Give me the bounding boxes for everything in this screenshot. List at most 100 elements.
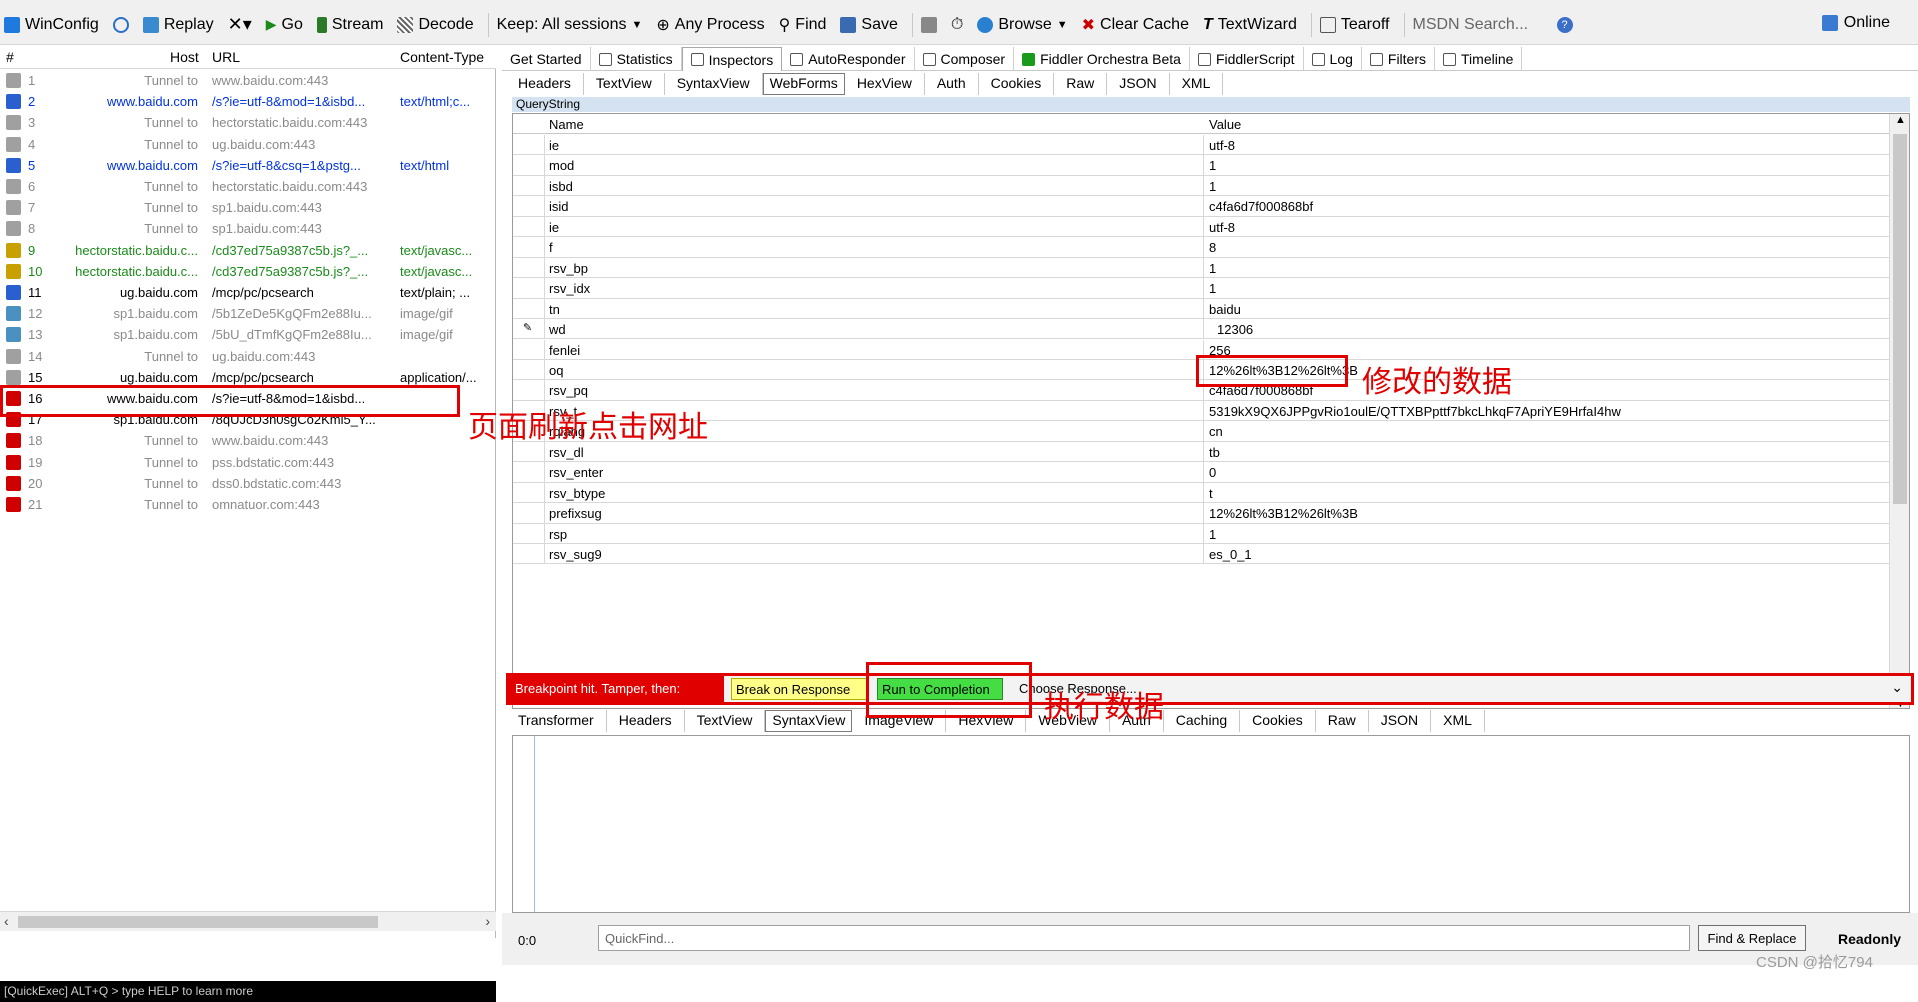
querystring-row[interactable]: rsv_bp 1 [513,257,1889,279]
online-indicator[interactable]: Online [1821,14,1890,32]
decode-button[interactable]: Decode [397,16,474,34]
go-button[interactable]: ▶ Go [266,16,303,34]
row-selector[interactable] [513,380,545,401]
querystring-row[interactable]: mod 1 [513,155,1889,176]
param-name[interactable]: mod [549,158,1079,173]
session-row[interactable]: 6 Tunnel to hectorstatic.baidu.com:443 [0,176,496,197]
response-tab-syntaxview[interactable]: SyntaxView [765,710,853,732]
querystring-row[interactable]: prefixsug 12%26lt%3B12%26lt%3B [513,503,1889,524]
row-selector[interactable] [513,482,545,504]
querystring-row[interactable]: f8 [513,237,1889,258]
row-selector[interactable] [513,155,545,176]
session-row[interactable]: 10 hectorstatic.baidu.c... /cd37ed75a9387c… [0,261,496,282]
tab-autoresponder[interactable]: AutoResponder [782,47,915,71]
request-tab-xml[interactable]: XML [1170,73,1224,95]
row-selector[interactable] [513,135,545,156]
param-name[interactable]: rsv_sug9 [549,547,1079,562]
request-tab-json[interactable]: JSON [1107,73,1170,95]
request-tab-headers[interactable]: Headers [506,73,584,95]
find-replace-button[interactable]: Find & Replace [1698,925,1806,951]
param-name[interactable]: ie [549,138,1079,153]
param-value[interactable]: utf-8 [1209,138,1879,153]
tab-inspectors[interactable]: Inspectors [681,47,783,71]
tab-statistics[interactable]: Statistics [591,47,682,71]
remove-button[interactable]: ✕▾ [228,14,252,35]
tab-fiddler-orchestra-beta[interactable]: Fiddler Orchestra Beta [1014,47,1190,71]
querystring-row[interactable]: rsv_btype t [513,482,1889,504]
chevron-left-icon[interactable]: ‹ [4,913,9,929]
tab-timeline[interactable]: Timeline [1435,47,1523,71]
querystring-row[interactable]: rsp 1 [513,523,1889,544]
param-name[interactable]: rsp [549,527,1079,542]
column-content-type[interactable]: Content-Type [400,49,484,65]
session-row[interactable]: 19 Tunnel to pss.bdstatic.com:443 [0,452,496,473]
tab-fiddlerscript[interactable]: FiddlerScript [1190,47,1304,71]
vertical-scrollbar[interactable]: ▲ ▼ [1889,114,1909,708]
row-selector[interactable] [513,359,545,381]
any-process-button[interactable]: ⊕ Any Process [656,15,764,35]
session-row[interactable]: 14 Tunnel to ug.baidu.com:443 [0,346,496,367]
tab-composer[interactable]: Composer [915,47,1015,71]
session-row[interactable]: 1 Tunnel to www.baidu.com:443 [0,70,496,91]
horizontal-scrollbar[interactable]: ‹ › [0,911,496,931]
param-value[interactable]: 1 [1209,179,1879,194]
querystring-row[interactable]: rsv_idx 1 [513,278,1889,299]
quickfind-input[interactable]: QuickFind... [598,925,1690,951]
querystring-row[interactable]: rsv_sug9 es_0_1 [513,544,1889,565]
querystring-row[interactable]: rsv_enter 0 [513,462,1889,483]
session-row[interactable]: 11 ug.baidu.com/mcp/pc/pcsearch text/plain… [0,282,496,303]
querystring-row[interactable]: isid c4fa6d7f000868bf [513,196,1889,217]
param-value[interactable]: cn [1209,424,1879,439]
row-selector[interactable] [513,339,545,360]
querystring-row[interactable]: ie utf-8 [513,135,1889,156]
param-name[interactable]: rsv_dl [549,445,1079,460]
querystring-row[interactable]: rqlang cn [513,421,1889,442]
param-value[interactable]: es_0_1 [1209,547,1879,562]
row-selector[interactable] [513,503,545,524]
row-selector[interactable] [513,237,545,258]
response-tab-transformer[interactable]: Transformer [506,710,607,732]
session-row[interactable]: 9 hectorstatic.baidu.c... /cd37ed75a9387c5… [0,240,496,261]
param-value[interactable]: t [1209,486,1879,501]
column-url[interactable]: URL [212,49,240,65]
request-tab-cookies[interactable]: Cookies [979,73,1055,95]
row-selector[interactable] [513,278,545,299]
param-name[interactable]: rsv_idx [549,281,1079,296]
session-row[interactable]: 2 www.baidu.com/s?ie=utf-8&mod=1&isbd... t… [0,91,496,112]
session-row[interactable]: 4 Tunnel to ug.baidu.com:443 [0,134,496,155]
querystring-row[interactable]: isbd 1 [513,175,1889,197]
row-selector[interactable] [513,257,545,279]
response-tab-caching[interactable]: Caching [1164,710,1241,732]
scrollbar-thumb[interactable] [18,916,378,928]
param-name[interactable]: rsv_pq [549,383,1079,398]
session-row[interactable]: 12 sp1.baidu.com/5b1ZeDe5KgQFm2e88Iu... im… [0,303,496,324]
chevron-down-icon[interactable]: ⌄ [1891,679,1903,696]
param-value[interactable]: baidu [1209,302,1879,317]
row-selector[interactable] [513,216,545,238]
param-value-edited[interactable]: 12306 [1217,322,1887,337]
param-name[interactable]: tn [549,302,1079,317]
param-value[interactable]: 5319kX9QX6JPPgvRio1oulE/QTTXBPpttf7bkcLh… [1209,404,1879,419]
querystring-row[interactable]: tn baidu [513,298,1889,320]
session-row[interactable]: 18 Tunnel to www.baidu.com:443 [0,430,496,451]
querystring-row[interactable]: rsv_t 5319kX9QX6JPPgvRio1oulE/QTTXBPpttf7… [513,400,1889,422]
save-button[interactable]: Save [840,16,898,34]
response-tab-headers[interactable]: Headers [607,710,685,732]
name-column-header[interactable]: Name [549,117,584,132]
param-value[interactable]: 1 [1209,527,1879,542]
scrollbar-thumb[interactable] [1893,134,1907,504]
stream-button[interactable]: Stream [316,16,383,34]
session-row[interactable]: 8 Tunnel to sp1.baidu.com:443 [0,218,496,239]
row-selector[interactable] [513,544,545,565]
param-name[interactable]: isbd [549,179,1079,194]
break-on-response-button[interactable]: Break on Response [731,678,868,700]
param-name[interactable]: rsv_bp [549,261,1079,276]
row-selector[interactable] [513,523,545,544]
winconfig-button[interactable]: WinConfig [4,16,99,34]
param-name[interactable]: rsv_enter [549,465,1079,480]
param-name[interactable]: wd [549,322,1079,337]
row-selector[interactable] [513,196,545,217]
param-value[interactable]: c4fa6d7f000868bf [1209,199,1879,214]
param-name[interactable]: rsv_btype [549,486,1079,501]
tab-get-started[interactable]: Get Started [502,47,591,71]
